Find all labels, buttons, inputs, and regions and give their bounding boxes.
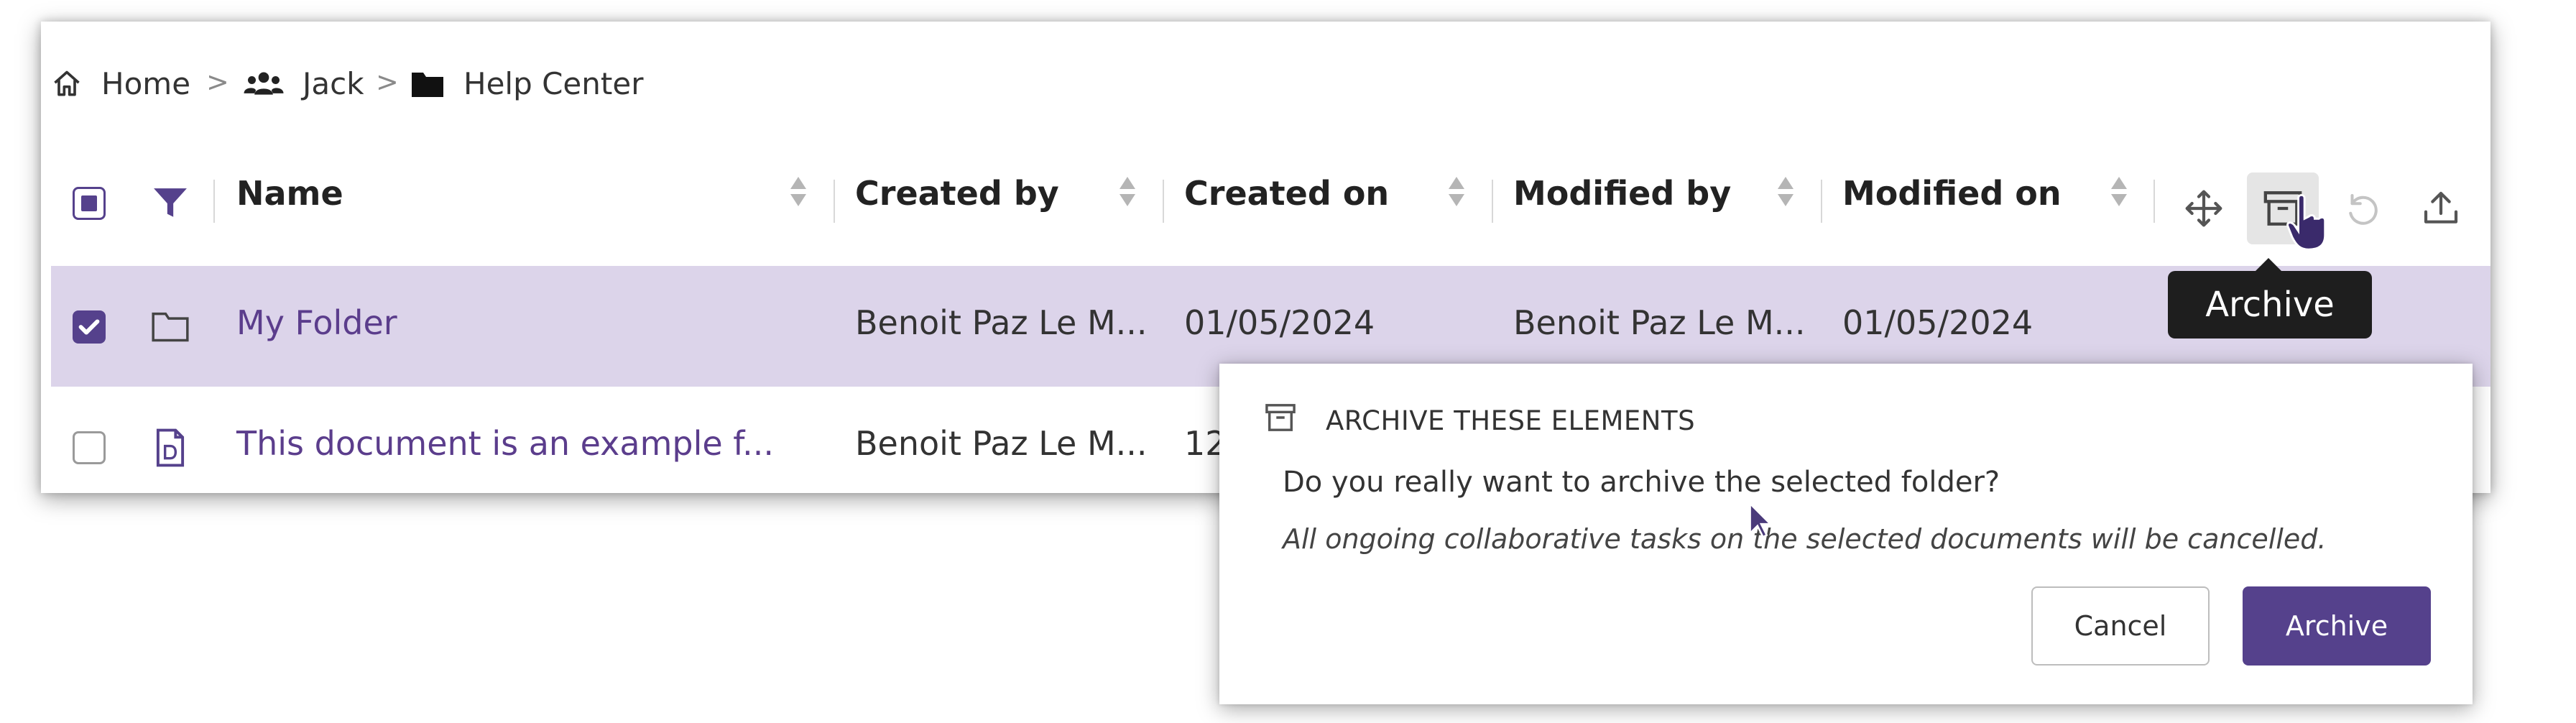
row-checkbox[interactable] bbox=[73, 431, 106, 464]
breadcrumb-help-center[interactable]: Help Center bbox=[410, 66, 643, 101]
dialog-note: All ongoing collaborative tasks on the s… bbox=[1283, 523, 2327, 555]
sort-icon[interactable] bbox=[790, 172, 807, 213]
column-header-modified-by[interactable]: Modified by bbox=[1513, 174, 1731, 213]
breadcrumb-jack[interactable]: Jack bbox=[244, 66, 364, 101]
row-checkbox[interactable] bbox=[73, 310, 106, 344]
row-name[interactable]: My Folder bbox=[236, 303, 397, 342]
row-created-on: 01/05/2024 bbox=[1184, 303, 1375, 342]
column-divider bbox=[1163, 180, 1164, 223]
column-header-modified-on[interactable]: Modified on bbox=[1842, 174, 2062, 213]
breadcrumb-separator: > bbox=[376, 66, 399, 98]
document-icon bbox=[154, 428, 186, 467]
column-header-name[interactable]: Name bbox=[236, 174, 343, 213]
undo-button[interactable] bbox=[2326, 172, 2398, 244]
arrow-cursor-icon bbox=[1748, 502, 1774, 539]
confirm-archive-button[interactable]: Archive bbox=[2243, 586, 2431, 666]
breadcrumb-home[interactable]: Home bbox=[51, 66, 190, 101]
upload-button[interactable] bbox=[2405, 172, 2477, 244]
table-header: Name Created by Created on Modified by M… bbox=[41, 151, 2490, 251]
breadcrumb-help-center-label: Help Center bbox=[463, 66, 644, 101]
move-icon bbox=[2184, 188, 2224, 229]
pointer-cursor-icon bbox=[2283, 194, 2330, 252]
column-divider bbox=[213, 180, 215, 223]
move-button[interactable] bbox=[2168, 172, 2240, 244]
column-header-created-by[interactable]: Created by bbox=[855, 174, 1059, 213]
sort-icon[interactable] bbox=[1777, 172, 1794, 213]
row-created-by: Benoit Paz Le M... bbox=[855, 424, 1148, 463]
column-header-created-on[interactable]: Created on bbox=[1184, 174, 1389, 213]
select-all-checkbox[interactable] bbox=[73, 187, 106, 220]
sort-icon[interactable] bbox=[2110, 172, 2128, 213]
breadcrumb-home-label: Home bbox=[101, 66, 191, 101]
archive-tooltip: Archive bbox=[2168, 258, 2372, 339]
column-divider bbox=[1821, 180, 1822, 223]
archive-icon bbox=[1264, 402, 1297, 433]
dialog-title: ARCHIVE THESE ELEMENTS bbox=[1326, 405, 1696, 436]
home-icon bbox=[51, 68, 83, 100]
sort-icon[interactable] bbox=[1119, 172, 1136, 213]
row-created-by: Benoit Paz Le M... bbox=[855, 303, 1148, 342]
column-divider bbox=[2153, 180, 2155, 223]
breadcrumb-separator: > bbox=[206, 66, 229, 98]
row-modified-by: Benoit Paz Le M... bbox=[1513, 303, 1806, 342]
dialog-question: Do you really want to archive the select… bbox=[1283, 466, 2000, 499]
breadcrumb: Home > Jack > Help Center bbox=[41, 22, 1047, 115]
upload-icon bbox=[2421, 188, 2461, 229]
cancel-button[interactable]: Cancel bbox=[2031, 586, 2210, 666]
group-icon bbox=[244, 68, 284, 100]
row-modified-on: 01/05/2024 bbox=[1842, 303, 2033, 342]
filter-icon[interactable] bbox=[152, 187, 188, 220]
sort-icon[interactable] bbox=[1448, 172, 1465, 213]
undo-icon bbox=[2342, 189, 2381, 228]
column-divider bbox=[1492, 180, 1493, 223]
folder-icon bbox=[410, 70, 445, 98]
row-name[interactable]: This document is an example f... bbox=[236, 424, 774, 463]
column-divider bbox=[834, 180, 835, 223]
delete-button[interactable] bbox=[2484, 172, 2490, 244]
breadcrumb-jack-label: Jack bbox=[303, 66, 364, 101]
archive-confirm-dialog: ARCHIVE THESE ELEMENTS Do you really wan… bbox=[1219, 364, 2473, 704]
folder-icon bbox=[152, 310, 189, 342]
